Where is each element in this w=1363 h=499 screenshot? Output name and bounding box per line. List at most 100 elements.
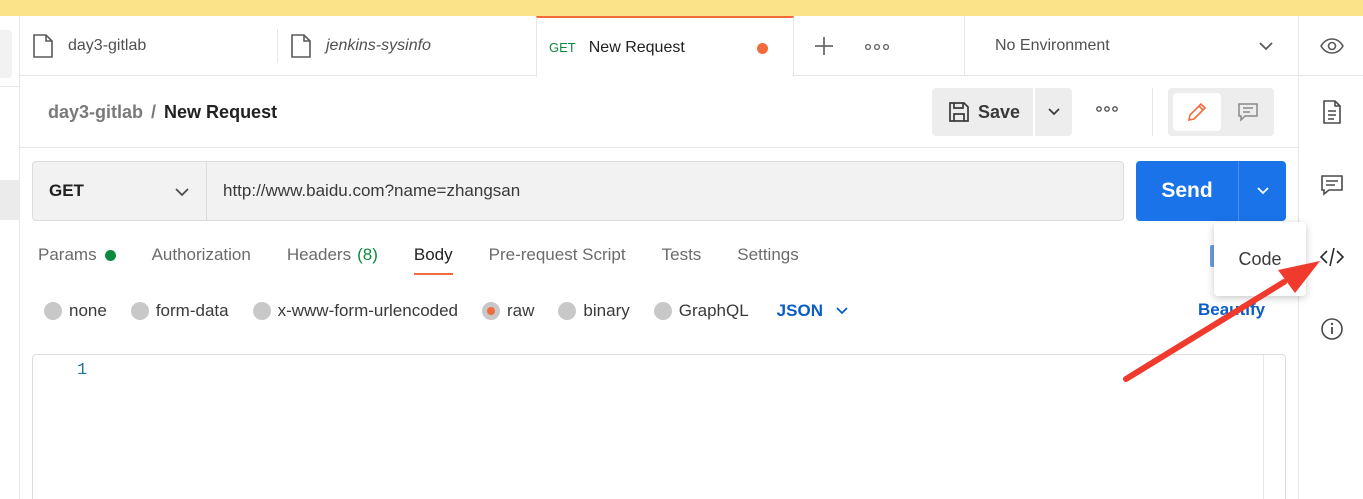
code-tooltip: Code bbox=[1214, 222, 1306, 296]
tab-label: Authorization bbox=[151, 245, 251, 264]
save-icon bbox=[949, 102, 969, 122]
tab-tests[interactable]: Tests bbox=[662, 245, 702, 275]
info-icon[interactable] bbox=[1320, 317, 1344, 341]
radio-circle-selected bbox=[482, 302, 501, 320]
tab-label: New Request bbox=[588, 38, 685, 56]
new-tab-button[interactable] bbox=[811, 30, 837, 62]
radio-circle bbox=[44, 302, 62, 320]
tab-settings[interactable]: Settings bbox=[737, 245, 798, 275]
eye-icon[interactable] bbox=[1320, 34, 1344, 58]
more-horizontal-icon bbox=[1096, 106, 1118, 112]
radio-none[interactable]: none bbox=[44, 301, 107, 321]
headers-count: (8) bbox=[357, 245, 378, 264]
sidebar-item-selected[interactable] bbox=[0, 180, 20, 220]
rail-header bbox=[1299, 16, 1363, 76]
url-input[interactable]: http://www.baidu.com?name=zhangsan bbox=[206, 161, 1124, 221]
send-group: Send bbox=[1136, 161, 1286, 221]
tab-headers[interactable]: Headers (8) bbox=[287, 245, 378, 275]
method-select[interactable]: GET bbox=[32, 161, 207, 221]
radio-label: form-data bbox=[155, 301, 229, 320]
document-icon bbox=[33, 34, 53, 58]
comment-icon bbox=[1238, 103, 1258, 122]
tab-new-request[interactable]: GET New Request bbox=[536, 16, 794, 77]
request-options-button[interactable] bbox=[1096, 100, 1118, 116]
body-language-label: JSON bbox=[776, 301, 823, 320]
notification-banner bbox=[0, 0, 1363, 16]
body-editor[interactable]: 1 bbox=[32, 354, 1286, 499]
tab-day3-gitlab[interactable]: day3-gitlab bbox=[32, 29, 278, 63]
breadcrumb: day3-gitlab / New Request bbox=[48, 102, 277, 123]
comment-mode-button[interactable] bbox=[1228, 93, 1268, 131]
radio-raw[interactable]: raw bbox=[482, 301, 534, 321]
body-language-select[interactable]: JSON bbox=[777, 301, 849, 321]
save-button[interactable]: Save bbox=[932, 88, 1033, 136]
chevron-down-icon bbox=[836, 307, 848, 315]
tab-label: Params bbox=[38, 245, 97, 264]
right-sidebar bbox=[1298, 16, 1363, 499]
params-indicator bbox=[104, 250, 116, 261]
tab-authorization[interactable]: Authorization bbox=[152, 245, 251, 275]
beautify-button[interactable]: Beautify bbox=[1198, 300, 1265, 320]
sidebar-divider bbox=[0, 86, 20, 87]
tab-label: Tests bbox=[661, 245, 702, 264]
radio-x-www-form-urlencoded[interactable]: x-www-form-urlencoded bbox=[252, 301, 459, 321]
more-horizontal-icon bbox=[864, 43, 890, 51]
request-tabs: Params Authorization Headers (8) Body Pr… bbox=[38, 245, 835, 275]
tab-label: Body bbox=[413, 245, 453, 264]
send-button[interactable]: Send bbox=[1136, 161, 1238, 221]
code-icon[interactable] bbox=[1320, 245, 1344, 269]
radio-label: binary bbox=[583, 301, 630, 320]
breadcrumb-current[interactable]: New Request bbox=[164, 102, 277, 122]
documentation-icon[interactable] bbox=[1320, 100, 1344, 124]
method-label: GET bbox=[49, 181, 84, 200]
tab-pre-request-script[interactable]: Pre-request Script bbox=[489, 245, 626, 275]
environment-selector[interactable]: No Environment bbox=[964, 16, 1298, 76]
pencil-icon bbox=[1187, 102, 1207, 122]
mode-toggle bbox=[1168, 88, 1274, 136]
breadcrumb-separator: / bbox=[151, 102, 157, 122]
request-header: day3-gitlab / New Request Save bbox=[20, 76, 1298, 148]
sidebar-item[interactable] bbox=[0, 30, 12, 78]
chevron-down-icon bbox=[1047, 108, 1060, 116]
radio-binary[interactable]: binary bbox=[558, 301, 630, 321]
radio-circle bbox=[653, 302, 672, 320]
breadcrumb-parent[interactable]: day3-gitlab bbox=[48, 102, 143, 122]
save-group: Save bbox=[932, 88, 1072, 136]
editor-scrollbar[interactable] bbox=[1263, 355, 1285, 499]
tab-options-button[interactable] bbox=[864, 32, 891, 60]
send-options-button[interactable] bbox=[1239, 161, 1286, 221]
chevron-down-icon bbox=[1259, 42, 1273, 51]
body-type-selector: none form-data x-www-form-urlencoded raw… bbox=[44, 299, 849, 323]
radio-form-data[interactable]: form-data bbox=[130, 301, 229, 321]
tab-label: Headers bbox=[286, 245, 352, 264]
header-divider bbox=[1152, 88, 1153, 136]
radio-label: GraphQL bbox=[678, 301, 749, 320]
tab-label: day3-gitlab bbox=[68, 37, 147, 54]
tab-body[interactable]: Body bbox=[413, 245, 453, 275]
plus-icon bbox=[815, 37, 833, 55]
tab-label: Settings bbox=[737, 245, 799, 264]
radio-label: none bbox=[69, 301, 107, 320]
save-options-button[interactable] bbox=[1035, 88, 1072, 136]
tab-method: GET bbox=[549, 40, 576, 55]
unsaved-indicator bbox=[757, 43, 768, 54]
radio-label: raw bbox=[507, 301, 535, 320]
environment-label: No Environment bbox=[995, 37, 1110, 54]
radio-circle bbox=[130, 302, 149, 320]
radio-circle bbox=[558, 302, 577, 320]
tab-label: jenkins-sysinfo bbox=[326, 37, 431, 54]
line-number: 1 bbox=[77, 361, 88, 380]
edit-mode-button[interactable] bbox=[1173, 93, 1221, 131]
document-icon bbox=[291, 34, 311, 58]
tab-jenkins-sysinfo[interactable]: jenkins-sysinfo bbox=[290, 29, 536, 63]
tab-params[interactable]: Params bbox=[38, 245, 116, 275]
left-sidebar-edge bbox=[0, 16, 20, 499]
radio-label: x-www-form-urlencoded bbox=[277, 301, 459, 320]
chevron-down-icon bbox=[175, 188, 189, 197]
comment-icon[interactable] bbox=[1320, 173, 1344, 197]
radio-circle bbox=[252, 302, 271, 320]
tab-bar: day3-gitlab jenkins-sysinfo GET New Requ… bbox=[20, 16, 1298, 77]
tooltip-label: Code bbox=[1238, 248, 1282, 269]
radio-graphql[interactable]: GraphQL bbox=[653, 301, 749, 321]
chevron-down-icon bbox=[1256, 187, 1269, 195]
